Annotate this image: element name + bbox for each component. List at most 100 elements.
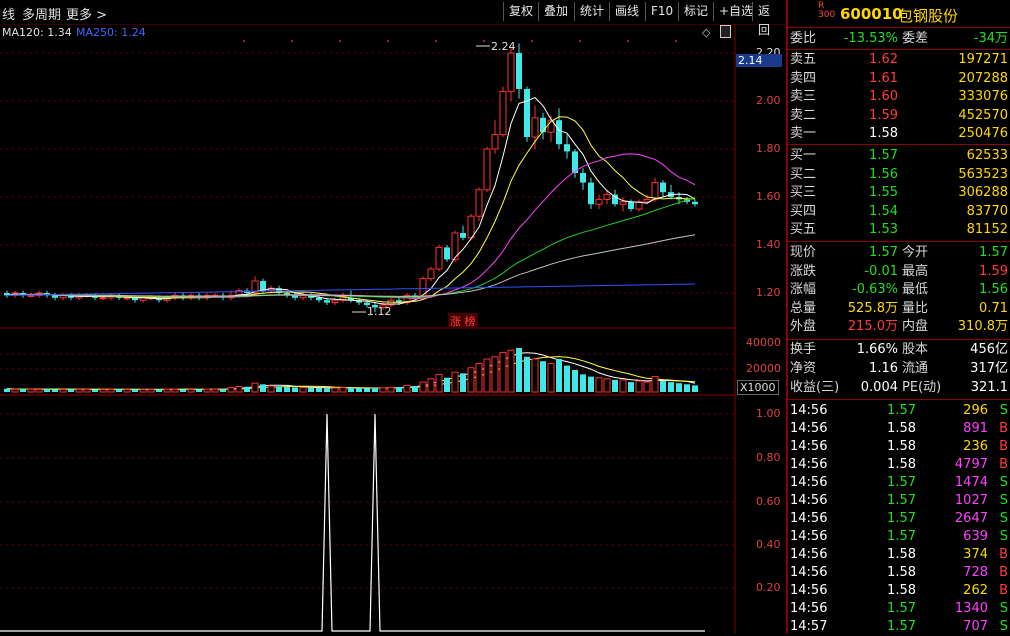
volume-bar (467, 367, 475, 393)
volume-bar (267, 385, 275, 393)
low-price-annotation: 1.12 (367, 305, 392, 318)
kline-chart[interactable] (0, 24, 786, 633)
back-button[interactable]: 返回 (752, 2, 786, 37)
bid-label: 买三 (790, 185, 817, 201)
volume-bar (292, 387, 298, 392)
quote-value-2: 1.57 (979, 245, 1008, 260)
volume-bar (116, 389, 122, 392)
trade-time: 14:56 (790, 475, 828, 490)
indicator-tick: 0.20 (756, 581, 781, 594)
bid-volume: 306288 (958, 185, 1008, 201)
trade-price: 1.58 (887, 439, 916, 454)
draw-line-button[interactable]: 画线 (609, 2, 644, 21)
trade-side: B (999, 547, 1008, 562)
ma20-line (6, 153, 696, 300)
signal-dot (291, 40, 293, 42)
indicator-line (0, 413, 705, 632)
volume-bar (660, 381, 666, 392)
candle-body (324, 300, 330, 303)
statistics-button[interactable]: 统计 (574, 2, 609, 21)
ask-label: 卖四 (790, 70, 817, 86)
candle-body (612, 194, 618, 205)
volume-bar (20, 388, 26, 392)
toolbar-more[interactable]: 更多 > (66, 4, 107, 23)
volume-bar (235, 386, 243, 393)
f10-button[interactable]: F10 (645, 2, 678, 21)
ask-row[interactable]: 卖五 1.62 197271 (790, 51, 1010, 69)
ask-row[interactable]: 卖三 1.60 333076 (790, 88, 1010, 106)
trade-time: 14:56 (790, 511, 828, 526)
volume-bar (180, 389, 186, 392)
quote-panel: R 300 600010 包钢股份 委比 -13.53% 委差 -34万 卖五 … (786, 0, 1010, 634)
volume-bar (276, 386, 282, 392)
volume-bar (387, 386, 395, 393)
quote-label: 外盘 (790, 319, 817, 335)
candle-body (499, 90, 507, 136)
volume-bar (339, 387, 347, 393)
volume-bar (52, 389, 58, 392)
volume-bar (588, 376, 594, 392)
mark-button[interactable]: 标记 (678, 2, 713, 21)
candle-body (460, 233, 466, 238)
volume-bar (556, 359, 562, 392)
trade-time: 14:56 (790, 565, 828, 580)
signal-dot (675, 40, 677, 42)
bid-row[interactable]: 买四 1.54 83770 (790, 203, 1010, 221)
overlay-button[interactable]: 叠加 (538, 2, 573, 21)
bid-row[interactable]: 买三 1.55 306288 (790, 184, 1010, 202)
bid-row[interactable]: 买二 1.56 563523 (790, 166, 1010, 184)
trade-price: 1.57 (887, 493, 916, 508)
volume-bar (572, 370, 578, 392)
volume-bar (547, 362, 555, 393)
volume-bar (668, 382, 674, 392)
ask-price: 1.60 (869, 89, 898, 105)
volume-bar (460, 373, 466, 392)
stock-code[interactable]: 600010 (840, 5, 903, 23)
high-price-annotation: 2.24 (491, 40, 516, 53)
volume-bar (540, 361, 546, 392)
stock-name[interactable]: 包钢股份 (898, 5, 958, 26)
ask-row[interactable]: 卖一 1.58 250476 (790, 125, 1010, 143)
bid-volume: 62533 (966, 148, 1008, 163)
bid-row[interactable]: 买一 1.57 62533 (790, 147, 1010, 165)
stat-value: 1.16 (869, 361, 898, 376)
volume-bar (531, 358, 539, 393)
panel-toggle-icon[interactable] (720, 25, 731, 38)
trade-row: 14:56 1.58 728 B (790, 564, 1010, 582)
bid-row[interactable]: 买五 1.53 81152 (790, 221, 1010, 239)
trade-row: 14:56 1.57 1340 S (790, 600, 1010, 618)
signal-dot (531, 40, 533, 42)
quote-row: 总量 525.8万 量比 0.71 (790, 300, 1010, 318)
ask-row[interactable]: 卖四 1.61 207288 (790, 70, 1010, 88)
toolbar-multi-period[interactable]: 多周期 (22, 4, 61, 23)
toolbar-line-label[interactable]: 线 (2, 4, 15, 23)
trade-row: 14:56 1.58 236 B (790, 438, 1010, 456)
ask-row[interactable]: 卖二 1.59 452570 (790, 107, 1010, 125)
candle-body (435, 246, 443, 270)
candle-body (595, 198, 603, 205)
volume-bar (635, 380, 643, 393)
fuquan-button[interactable]: 复权 (503, 2, 538, 21)
trade-volume: 262 (963, 583, 988, 598)
volume-bar (348, 387, 354, 392)
quote-value-2: 1.59 (979, 263, 1008, 279)
volume-bar (123, 388, 131, 393)
diamond-icon[interactable]: ◇ (702, 26, 710, 39)
trade-volume: 639 (963, 529, 988, 544)
trade-side: B (999, 439, 1008, 454)
trade-price: 1.58 (887, 583, 916, 598)
diff-value: -34万 (973, 31, 1008, 46)
rank-badge[interactable]: 涨 榜 (448, 313, 478, 329)
price-tick: 1.40 (756, 238, 781, 251)
stock-badge: R 300 (818, 2, 835, 20)
trade-time: 14:56 (790, 403, 828, 418)
ask-label: 卖三 (790, 89, 817, 105)
volume-bar (356, 388, 362, 392)
price-tick: 2.00 (756, 94, 781, 107)
trade-row: 14:56 1.57 296 S (790, 402, 1010, 420)
bid-price: 1.53 (869, 222, 898, 238)
quote-row: 外盘 215.0万 内盘 310.8万 (790, 318, 1010, 336)
trade-side: S (999, 619, 1008, 634)
bid-price: 1.57 (869, 148, 898, 163)
trade-row: 14:56 1.57 2647 S (790, 510, 1010, 528)
